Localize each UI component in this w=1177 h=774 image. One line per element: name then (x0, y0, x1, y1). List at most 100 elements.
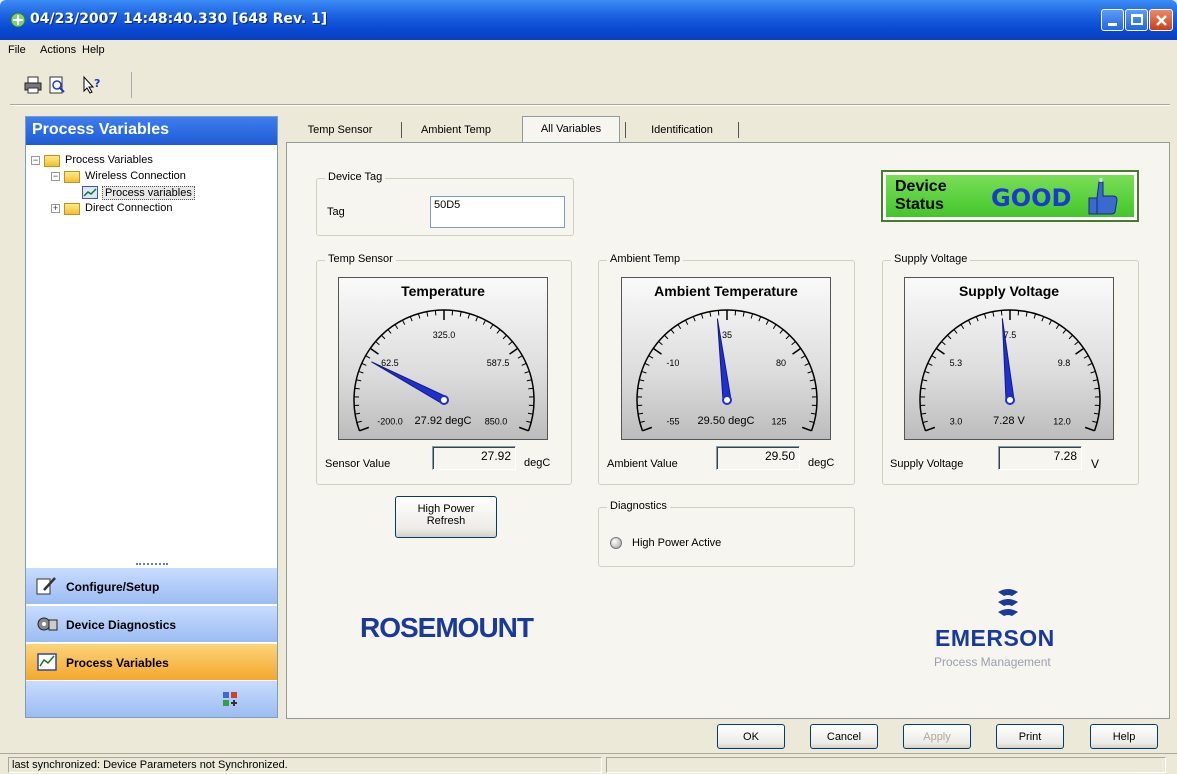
group-title: Device Tag (325, 171, 386, 183)
gauge-minor-tick (742, 311, 745, 317)
title-bar[interactable]: 04/23/2007 14:48:40.330 [648 Rev. 1] (0, 0, 1177, 40)
gauge-minor-tick (1083, 355, 1089, 359)
gauge-minor-tick (800, 355, 806, 359)
nav-label: Device Diagnostics (66, 618, 177, 632)
gauge-minor-tick (670, 329, 675, 334)
gauge-minor-tick (1048, 319, 1053, 325)
nav-process-variables[interactable]: Process Variables (26, 643, 277, 680)
gauge-tick-label: 587.5 (487, 358, 510, 368)
gauge-minor-tick (920, 387, 926, 390)
menu-file[interactable]: File (8, 44, 26, 56)
gauge-minor-tick (1025, 311, 1028, 317)
high-power-active-label: High Power Active (632, 537, 722, 549)
nav-label: Configure/Setup (66, 580, 160, 594)
context-help-button[interactable]: ? (80, 74, 102, 96)
gauge-minor-tick (1074, 341, 1079, 346)
tree-item-label: Wireless Connection (85, 170, 186, 182)
gauge-readout: 29.50 degC (697, 415, 755, 427)
gauge-minor-tick (983, 313, 987, 319)
tree-item-direct-connection[interactable]: + Direct Connection (51, 201, 261, 217)
tab-identification[interactable]: Identification (632, 118, 732, 142)
cancel-button[interactable]: Cancel (810, 724, 878, 749)
tab-all-variables[interactable]: All Variables (522, 116, 620, 143)
sensor-unit: degC (524, 457, 551, 469)
nav-configure-setup[interactable]: Configure/Setup (26, 567, 277, 604)
panel-splitter-grip[interactable] (136, 563, 168, 566)
close-button[interactable] (1149, 9, 1173, 31)
process-variables-icon (37, 653, 57, 671)
gauge-minor-tick (1062, 329, 1067, 334)
gauge-minor-tick (922, 379, 928, 382)
collapse-icon[interactable]: − (31, 156, 40, 165)
gauge-minor-tick (750, 313, 754, 319)
print-button[interactable] (22, 74, 44, 96)
tree-item-process-variables[interactable]: − Process Variables (31, 153, 261, 169)
gauge-minor-tick (639, 379, 645, 382)
gauge-minor-tick (807, 370, 813, 374)
gauge-major-tick (801, 426, 812, 432)
gauge-minor-tick (354, 387, 360, 390)
tree-item-label: Process variables (102, 186, 195, 200)
emerson-logo: EMERSON (935, 625, 1055, 651)
gauge-major-tick (518, 426, 529, 432)
gauge-needle (371, 361, 447, 405)
gauge-tick-label: 325.0 (433, 330, 456, 340)
gauge-minor-tick (502, 334, 507, 340)
folder-icon (64, 203, 80, 215)
gauge-minor-tick (361, 362, 367, 366)
minimize-button[interactable] (1101, 9, 1124, 31)
gauge-major-tick (935, 347, 945, 355)
close-icon (1156, 15, 1167, 26)
tag-input[interactable]: 50D5 (430, 196, 565, 228)
gauge-major-tick (1084, 426, 1095, 432)
collapse-icon[interactable]: − (51, 172, 60, 181)
menu-help[interactable]: Help (82, 44, 105, 56)
gauge-major-tick (359, 426, 370, 432)
emerson-logo-subtitle: Process Management (934, 655, 1051, 669)
gauge-minor-tick (526, 379, 532, 382)
print-preview-icon (49, 76, 65, 94)
sensor-value-label: Sensor Value (325, 458, 391, 470)
configure-icon (36, 577, 56, 595)
device-status-value: GOOD (991, 184, 1072, 212)
gauge-minor-tick (387, 329, 392, 334)
gauge-minor-tick (365, 355, 371, 359)
gauge-readout: 7.28 V (993, 415, 1025, 427)
help-button[interactable]: Help (1090, 724, 1158, 749)
nav-device-diagnostics[interactable]: Device Diagnostics (26, 605, 277, 642)
tab-temp-sensor[interactable]: Temp Sensor (290, 118, 390, 142)
gauge-minor-tick (953, 329, 958, 334)
gauge-minor-tick (967, 319, 972, 325)
gauge-minor-tick (521, 362, 527, 366)
expand-icon[interactable]: + (51, 204, 60, 213)
navigation-tree: − Process Variables − Wireless Connectio… (26, 145, 277, 575)
print-button-bottom[interactable]: Print (996, 724, 1064, 749)
tree-item-process-variables-leaf[interactable]: Process variables (82, 185, 262, 201)
gauge-minor-tick (684, 319, 689, 325)
high-power-refresh-button[interactable]: High Power Refresh (395, 496, 497, 538)
gauge-minor-tick (381, 334, 386, 340)
svg-text:?: ? (94, 77, 100, 90)
gauge-minor-tick (496, 329, 501, 334)
ambient-unit: degC (808, 457, 835, 469)
gauge-minor-tick (811, 387, 817, 390)
tree-item-wireless-connection[interactable]: − Wireless Connection (51, 169, 261, 185)
folder-icon (44, 155, 60, 167)
gauge-tick-label: 62.5 (381, 358, 399, 368)
gauge-minor-tick (644, 362, 650, 366)
menu-actions[interactable]: Actions (40, 44, 76, 56)
tag-label: Tag (327, 206, 345, 218)
gauge-minor-tick (637, 387, 643, 390)
gauge-minor-tick (482, 319, 487, 325)
apply-button[interactable]: Apply (903, 724, 971, 749)
app-icon (10, 12, 26, 28)
rosemount-logo: ROSEMOUNT (360, 612, 534, 643)
status-panel-empty (606, 757, 1166, 773)
print-preview-button[interactable] (46, 74, 68, 96)
tab-ambient-temp[interactable]: Ambient Temp (406, 118, 506, 142)
configure-buttons-icon[interactable] (222, 691, 238, 707)
supply-voltage-label: Supply Voltage (890, 458, 964, 470)
ok-button[interactable]: OK (717, 724, 785, 749)
maximize-button[interactable] (1125, 9, 1148, 31)
gauge-minor-tick (459, 311, 462, 317)
